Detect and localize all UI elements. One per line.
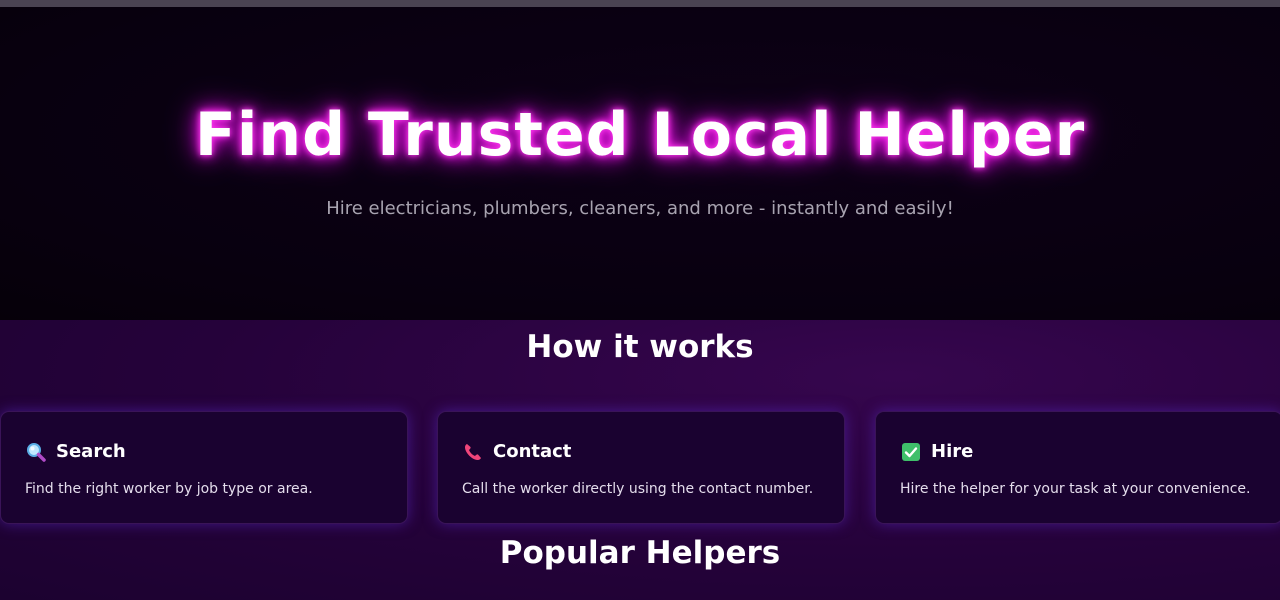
step-card-hire: Hire Hire the helper for your task at yo… [875, 411, 1280, 524]
phone-icon [463, 442, 483, 462]
card-description: Call the worker directly using the conta… [462, 481, 814, 497]
how-it-works-heading: How it works [526, 329, 754, 365]
hero-banner: Find Trusted Local Helper Hire electrici… [0, 7, 1280, 320]
magnifier-icon [26, 442, 46, 462]
top-border-strip [0, 0, 1280, 7]
card-description: Find the right worker by job type or are… [25, 481, 313, 497]
card-title-row: Search [26, 440, 126, 464]
step-card-contact: Contact Call the worker directly using t… [437, 411, 845, 524]
card-title-row: Hire [901, 440, 973, 464]
hero-subtitle: Hire electricians, plumbers, cleaners, a… [326, 198, 954, 219]
how-it-works-section: How it works Search Find the right worke… [0, 320, 1280, 600]
card-title: Contact [493, 441, 572, 462]
popular-helpers-heading: Popular Helpers [499, 535, 781, 571]
hero-title: Find Trusted Local Helper [194, 100, 1086, 170]
card-title-row: Contact [463, 440, 571, 464]
step-card-search: Search Find the right worker by job type… [0, 411, 408, 524]
card-title: Search [56, 441, 126, 462]
card-title: Hire [931, 441, 974, 462]
check-mark-icon [901, 442, 921, 462]
card-description: Hire the helper for your task at your co… [900, 481, 1251, 497]
